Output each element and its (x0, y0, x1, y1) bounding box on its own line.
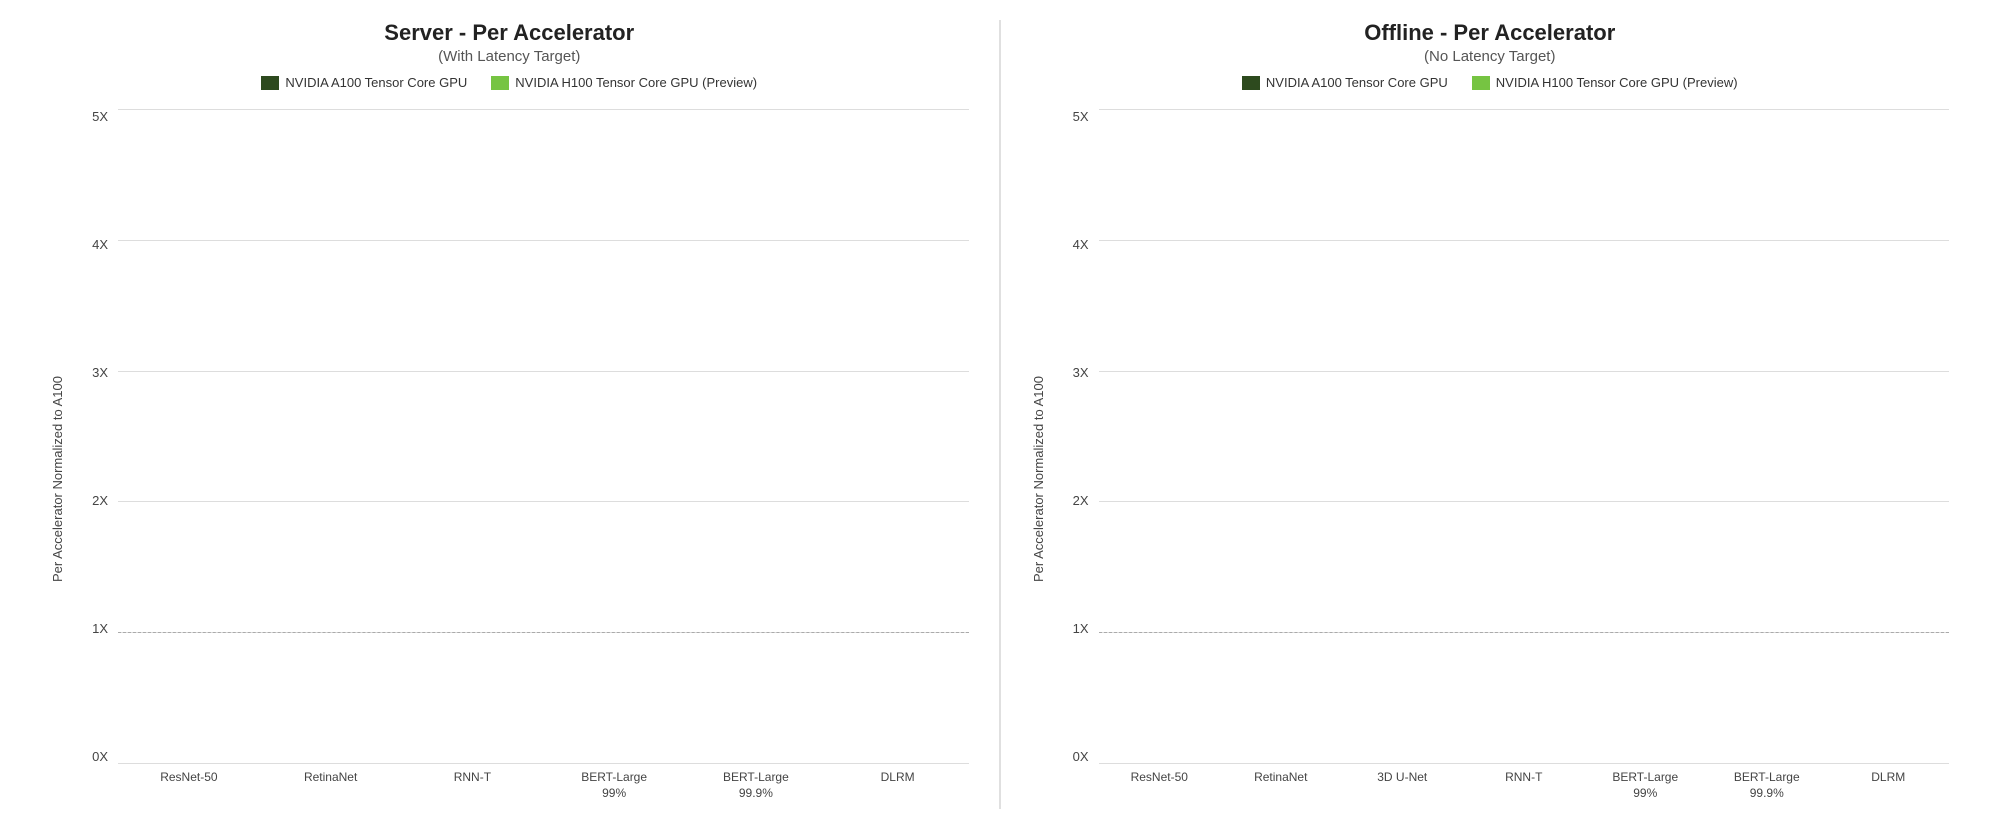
y-axis-label: 0X (1073, 749, 1089, 764)
chart-section-offline: Offline - Per Accelerator (No Latency Tar… (1001, 10, 1980, 819)
y-axis-title-offline: Per Accelerator Normalized to A100 (1031, 104, 1051, 809)
chart-title-server: Server - Per Accelerator (384, 20, 634, 46)
x-labels-server: ResNet-50RetinaNetRNN-TBERT-Large99%BERT… (118, 764, 969, 809)
x-labels-offline: ResNet-50RetinaNet3D U-NetRNN-TBERT-Larg… (1099, 764, 1950, 809)
chart-legend-server: NVIDIA A100 Tensor Core GPU NVIDIA H100 T… (261, 75, 757, 90)
legend-swatch-h100 (1472, 76, 1490, 90)
bars-row-offline: ResNet-50RetinaNet3D U-NetRNN-TBERT-Larg… (1099, 104, 1950, 809)
x-axis-label: ResNet-50 (1099, 764, 1221, 809)
y-axis-server: 0X 1X 2X 3X 4X 5X (70, 104, 118, 809)
plot-area-offline: ResNet-50RetinaNet3D U-NetRNN-TBERT-Larg… (1099, 104, 1950, 809)
chart-title-offline: Offline - Per Accelerator (1364, 20, 1615, 46)
legend-item-a100: NVIDIA A100 Tensor Core GPU (261, 75, 467, 90)
y-axis-label: 1X (1073, 621, 1089, 636)
y-axis-label: 5X (92, 109, 108, 124)
chart-area-server: Per Accelerator Normalized to A100 0X 1X 2X… (50, 104, 969, 809)
x-axis-label: BERT-Large99.9% (1706, 764, 1828, 809)
legend-swatch-a100 (1242, 76, 1260, 90)
legend-swatch-a100 (261, 76, 279, 90)
chart-legend-offline: NVIDIA A100 Tensor Core GPU NVIDIA H100 T… (1242, 75, 1738, 90)
y-axis-label: 1X (92, 621, 108, 636)
x-axis-label: RetinaNet (1220, 764, 1342, 809)
y-axis-label: 3X (92, 365, 108, 380)
x-axis-label: BERT-Large99.9% (685, 764, 827, 809)
x-axis-label: DLRM (1828, 764, 1950, 809)
legend-label-a100: NVIDIA A100 Tensor Core GPU (285, 75, 467, 90)
x-axis-label: RNN-T (402, 764, 544, 809)
x-axis-label: BERT-Large99% (1585, 764, 1707, 809)
y-axis-label: 0X (92, 749, 108, 764)
legend-label-h100: NVIDIA H100 Tensor Core GPU (Preview) (1496, 75, 1738, 90)
y-axis-label: 4X (92, 237, 108, 252)
y-axis-title-server: Per Accelerator Normalized to A100 (50, 104, 70, 809)
legend-label-h100: NVIDIA H100 Tensor Core GPU (Preview) (515, 75, 757, 90)
y-axis-label: 5X (1073, 109, 1089, 124)
y-axis-label: 2X (92, 493, 108, 508)
chart-area-offline: Per Accelerator Normalized to A100 0X 1X 2X… (1031, 104, 1950, 809)
chart-section-server: Server - Per Accelerator (With Latency Ta… (20, 10, 999, 819)
chart-subtitle-server: (With Latency Target) (438, 48, 580, 65)
legend-item-h100: NVIDIA H100 Tensor Core GPU (Preview) (1472, 75, 1738, 90)
x-axis-label: BERT-Large99% (543, 764, 685, 809)
x-axis-label: RNN-T (1463, 764, 1585, 809)
x-axis-label: ResNet-50 (118, 764, 260, 809)
x-axis-label: DLRM (827, 764, 969, 809)
y-axis-label: 4X (1073, 237, 1089, 252)
legend-label-a100: NVIDIA A100 Tensor Core GPU (1266, 75, 1448, 90)
legend-item-a100: NVIDIA A100 Tensor Core GPU (1242, 75, 1448, 90)
y-axis-label: 3X (1073, 365, 1089, 380)
bars-row-server: ResNet-50RetinaNetRNN-TBERT-Large99%BERT… (118, 104, 969, 809)
x-axis-label: RetinaNet (260, 764, 402, 809)
x-axis-label: 3D U-Net (1342, 764, 1464, 809)
y-axis-label: 2X (1073, 493, 1089, 508)
y-axis-offline: 0X 1X 2X 3X 4X 5X (1051, 104, 1099, 809)
chart-subtitle-offline: (No Latency Target) (1424, 48, 1555, 65)
plot-area-server: ResNet-50RetinaNetRNN-TBERT-Large99%BERT… (118, 104, 969, 809)
legend-swatch-h100 (491, 76, 509, 90)
legend-item-h100: NVIDIA H100 Tensor Core GPU (Preview) (491, 75, 757, 90)
charts-container: Server - Per Accelerator (With Latency Ta… (0, 0, 1999, 829)
